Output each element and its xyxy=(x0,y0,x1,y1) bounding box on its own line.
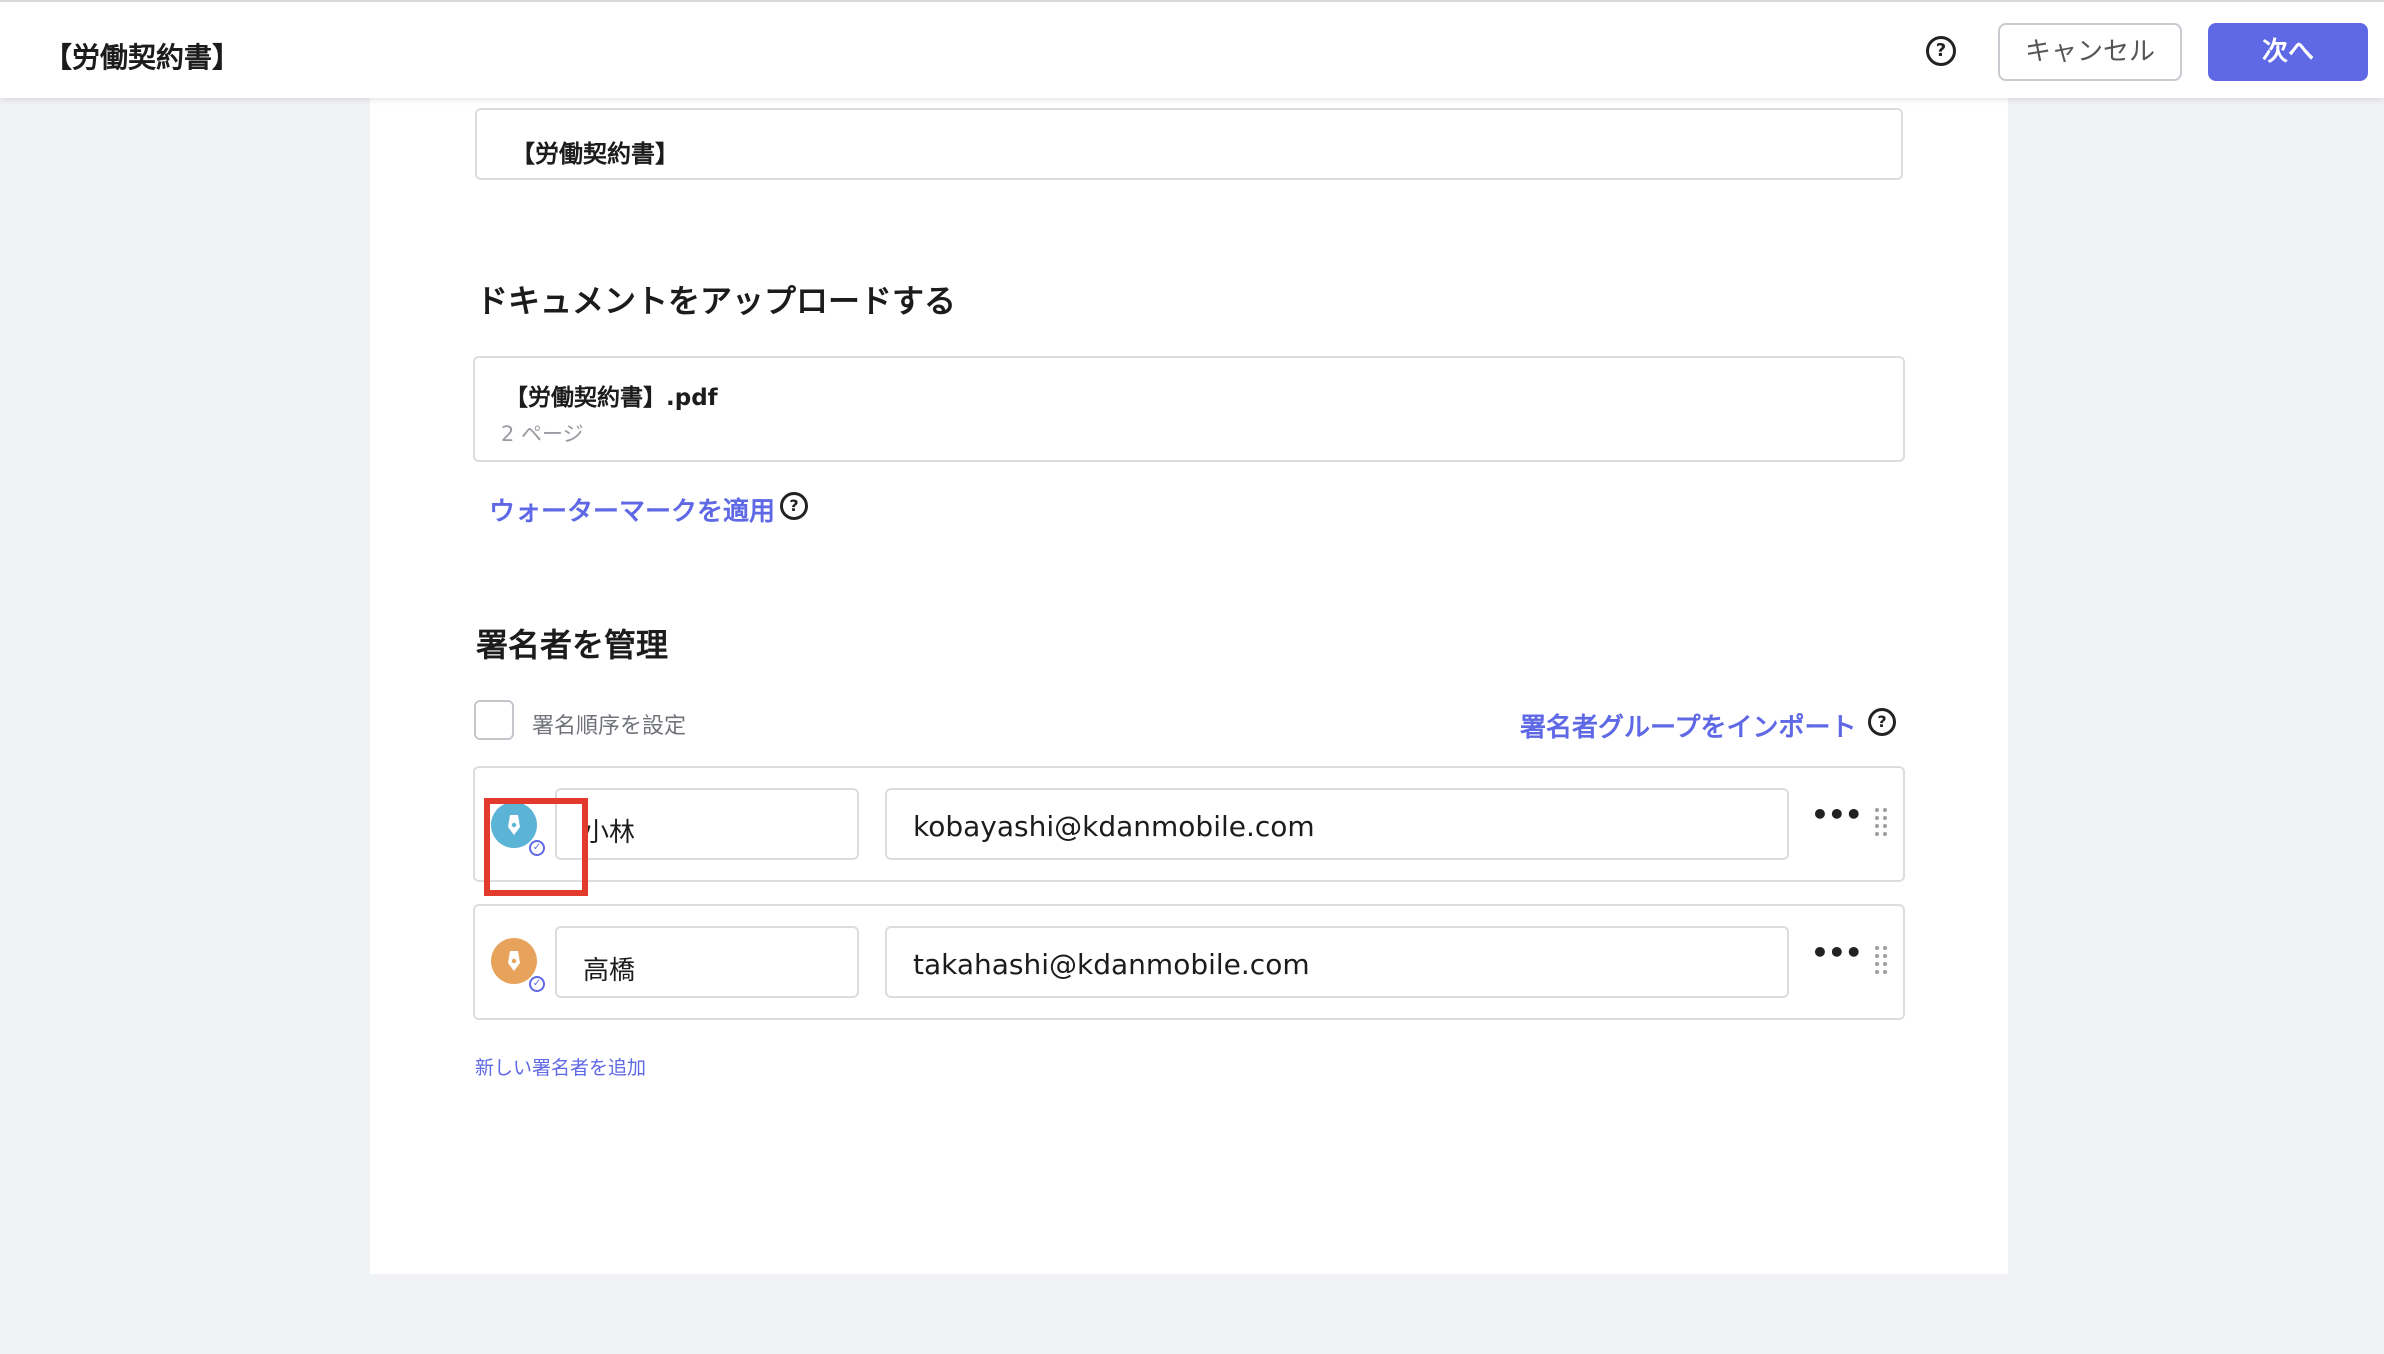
more-options-icon[interactable]: ••• xyxy=(1811,801,1863,829)
highlight-box xyxy=(484,798,588,896)
import-signer-group-link[interactable]: 署名者グループをインポート xyxy=(1520,707,1856,744)
signing-order-label: 署名順序を設定 xyxy=(532,714,687,739)
add-new-signer-link[interactable]: 新しい署名者を追加 xyxy=(475,1053,646,1080)
signer-row: ✓ 高橋 takahashi@kdanmobile.com ••• xyxy=(473,904,1905,1020)
signer-email-input[interactable]: takahashi@kdanmobile.com xyxy=(885,926,1789,998)
signing-order-checkbox[interactable] xyxy=(474,700,514,740)
upload-section-title: ドキュメントをアップロードする xyxy=(476,282,957,320)
help-icon[interactable]: ? xyxy=(1926,36,1956,66)
top-bar: 【労働契約書】 ? キャンセル 次へ xyxy=(0,0,2384,98)
signers-section-title: 署名者を管理 xyxy=(476,626,669,664)
next-button[interactable]: 次へ xyxy=(2208,23,2368,81)
drag-handle-icon[interactable] xyxy=(1875,808,1891,838)
watermark-help-icon[interactable]: ? xyxy=(780,492,808,520)
signer-avatar[interactable] xyxy=(491,938,537,984)
drag-handle-icon[interactable] xyxy=(1875,946,1891,976)
document-title: 【労働契約書】 xyxy=(44,41,241,74)
pen-nib-icon xyxy=(508,951,520,971)
signer-name-input[interactable]: 小林 xyxy=(555,788,859,860)
document-name-input[interactable]: 【労働契約書】 xyxy=(475,108,1903,180)
signer-row: ✓ 小林 kobayashi@kdanmobile.com ••• xyxy=(473,766,1905,882)
signer-name-input[interactable]: 高橋 xyxy=(555,926,859,998)
signer-email-input[interactable]: kobayashi@kdanmobile.com xyxy=(885,788,1789,860)
apply-watermark-link[interactable]: ウォーターマークを適用 xyxy=(489,491,775,528)
import-help-icon[interactable]: ? xyxy=(1868,708,1896,736)
content-panel xyxy=(370,96,2008,1274)
uploaded-file-card[interactable]: 【労働契約書】.pdf 2 ページ xyxy=(473,356,1905,462)
cancel-button[interactable]: キャンセル xyxy=(1998,23,2182,81)
check-circle-icon: ✓ xyxy=(529,976,545,992)
file-page-count: 2 ページ xyxy=(501,422,584,446)
more-options-icon[interactable]: ••• xyxy=(1811,939,1863,967)
file-name: 【労働契約書】.pdf xyxy=(505,385,718,411)
